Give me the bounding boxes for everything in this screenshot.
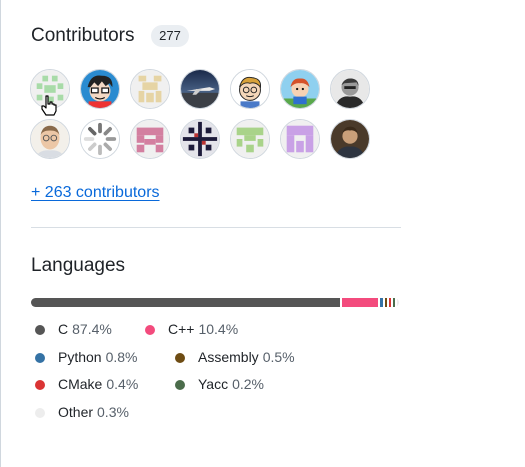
- avatar[interactable]: [130, 119, 170, 159]
- languages-progress-bar: [31, 298, 399, 307]
- avatar[interactable]: [180, 119, 220, 159]
- language-bar-segment-other: [397, 298, 399, 307]
- language-color-dot: [175, 380, 185, 390]
- avatar[interactable]: [230, 69, 270, 109]
- avatar-cartoon-glasses-image: [81, 70, 119, 108]
- language-percent: 0.2%: [232, 376, 265, 392]
- avatar[interactable]: [80, 69, 120, 109]
- language-name: Other: [58, 403, 94, 420]
- language-color-dot: [175, 352, 185, 363]
- contributors-heading[interactable]: Contributors: [31, 25, 135, 47]
- avatar[interactable]: [30, 69, 70, 109]
- avatar[interactable]: [280, 69, 320, 109]
- avatar[interactable]: [280, 119, 320, 159]
- language-bar-segment-c: [31, 298, 340, 307]
- language-name: Assembly: [198, 348, 259, 365]
- language-item[interactable]: Other 0.3%: [35, 404, 129, 420]
- avatar-airplane-image: [181, 70, 219, 108]
- language-color-dot: [35, 352, 45, 363]
- contributors-count-badge: 277: [151, 25, 189, 47]
- language-percent: 10.4%: [198, 321, 239, 337]
- language-percent: 0.3%: [97, 403, 129, 420]
- language-item[interactable]: Python 0.8%: [35, 349, 138, 365]
- avatar[interactable]: [80, 119, 120, 159]
- language-item[interactable]: CMake 0.4%: [35, 376, 138, 392]
- avatar-loading-spinner-image: [81, 120, 119, 158]
- avatar-man-glasses-image: [31, 120, 69, 158]
- language-color-dot: [35, 407, 45, 418]
- avatar[interactable]: [180, 69, 220, 109]
- avatar[interactable]: [330, 69, 370, 109]
- avatar-man-dark-image: [331, 120, 369, 158]
- avatar-lavender-identicon-image: [281, 120, 319, 158]
- language-bar-segment-python: [380, 298, 384, 307]
- avatar-pink-identicon-image: [131, 120, 169, 158]
- avatar-beige-identicon-image: [131, 70, 169, 108]
- avatar[interactable]: [230, 119, 270, 159]
- avatar-dark-pattern-image: [181, 120, 219, 158]
- section-divider: [31, 227, 401, 228]
- language-item[interactable]: Yacc 0.2%: [175, 376, 264, 392]
- avatar-green-identicon-image: [31, 70, 69, 108]
- avatar-bw-photo-image: [331, 70, 369, 108]
- language-bar-segment-cmake: [389, 298, 392, 307]
- language-name: Python: [58, 348, 102, 365]
- sidebar-border: [0, 0, 1, 467]
- language-item[interactable]: Assembly 0.5%: [175, 349, 295, 365]
- language-percent: 87.4%: [72, 321, 112, 337]
- language-item[interactable]: C++ 10.4%: [145, 321, 238, 337]
- more-contributors-link[interactable]: + 263 contributors: [31, 184, 160, 202]
- avatar-lightgreen-identicon-image: [231, 120, 269, 158]
- language-color-dot: [35, 325, 45, 335]
- avatar-cartoon-blond-image: [231, 70, 269, 108]
- language-bar-segment-yacc: [393, 298, 396, 307]
- language-color-dot: [145, 325, 155, 335]
- language-name: Yacc: [198, 376, 229, 392]
- avatar[interactable]: [30, 119, 70, 159]
- language-color-dot: [35, 380, 45, 390]
- language-name: CMake: [58, 376, 103, 392]
- language-name: C++: [168, 321, 195, 337]
- language-percent: 0.5%: [262, 348, 295, 365]
- languages-heading: Languages: [31, 255, 126, 276]
- language-bar-segment-assembly: [385, 298, 388, 307]
- language-name: C: [58, 321, 69, 337]
- language-percent: 0.4%: [106, 376, 139, 392]
- avatar[interactable]: [130, 69, 170, 109]
- avatar[interactable]: [330, 119, 370, 159]
- language-percent: 0.8%: [105, 348, 138, 365]
- language-bar-segment-cpp: [341, 298, 379, 307]
- avatar-cartoon-redhead-image: [281, 70, 319, 108]
- language-item[interactable]: C 87.4%: [35, 321, 112, 337]
